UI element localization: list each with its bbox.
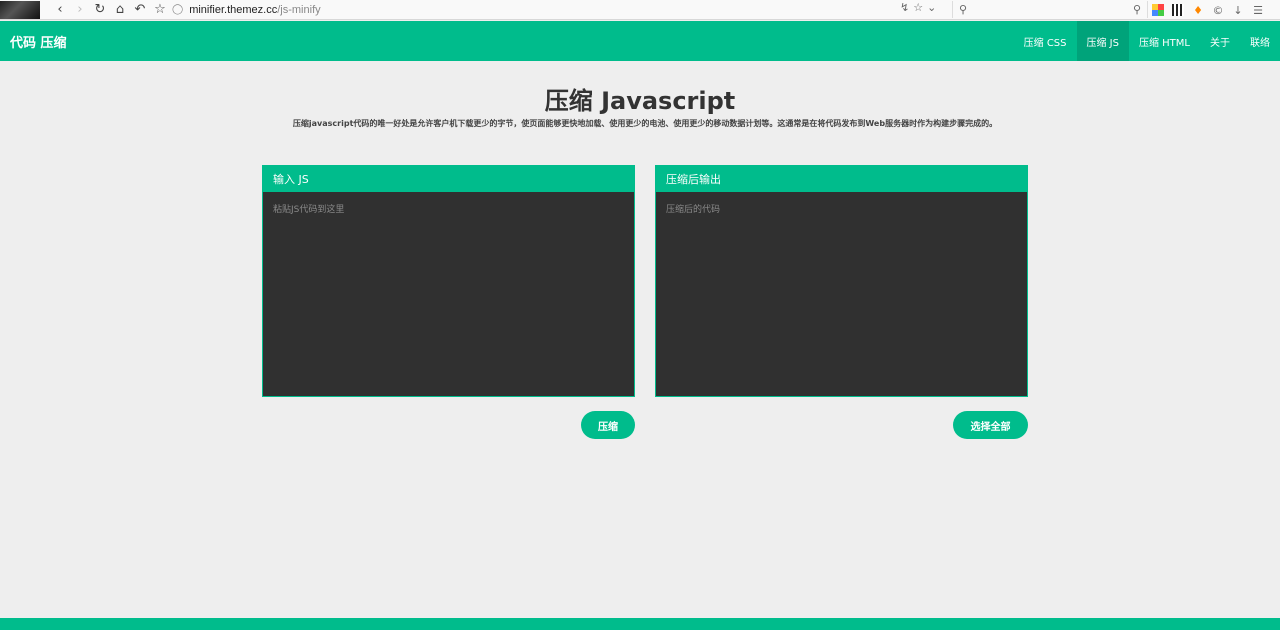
- lightning-icon[interactable]: ↯: [900, 1, 909, 14]
- bookmark-star-icon[interactable]: ☆: [150, 1, 170, 19]
- compress-button[interactable]: 压缩: [581, 411, 635, 439]
- forward-icon[interactable]: ›: [70, 1, 90, 19]
- input-panel: 输入 JS: [262, 165, 635, 397]
- browser-toolbar: ‹ › ↻ ⌂ ↶ ☆ ◯ minifier.themez.cc/js-mini…: [0, 0, 1280, 20]
- site-brand[interactable]: 代码 压缩: [10, 32, 67, 51]
- nav-link-js[interactable]: 压缩 JS: [1076, 21, 1129, 61]
- page-title: 压缩 Javascript: [0, 81, 1280, 116]
- circle-c-icon[interactable]: ©: [1212, 4, 1224, 17]
- page-title-rest: Javascript: [592, 87, 736, 115]
- input-panel-header: 输入 JS: [263, 166, 634, 192]
- page-title-bold: 压缩: [544, 87, 593, 115]
- menu-icon[interactable]: ☰: [1252, 4, 1264, 17]
- fox-extension-icon[interactable]: ♦: [1192, 4, 1204, 17]
- undo-icon[interactable]: ↶: [130, 1, 150, 19]
- js-input-textarea[interactable]: [263, 192, 634, 396]
- page-description: 压缩javascript代码的唯一好处是允许客户机下载更少的字节，使页面能够更快…: [292, 119, 998, 128]
- nav-links: 压缩 CSS 压缩 JS 压缩 HTML 关于 联络: [1014, 21, 1280, 61]
- apps-grid-icon[interactable]: [1152, 4, 1164, 16]
- site-navbar: 代码 压缩 压缩 CSS 压缩 JS 压缩 HTML 关于 联络: [0, 21, 1280, 61]
- footer-bar: [0, 618, 1280, 630]
- url-path: /js-minify: [277, 3, 321, 16]
- url-host: minifier.themez.cc: [189, 3, 278, 16]
- browser-search-box[interactable]: ⚲ ⚲: [952, 1, 1148, 18]
- favorite-star-icon[interactable]: ☆: [913, 1, 923, 14]
- home-icon[interactable]: ⌂: [110, 1, 130, 19]
- select-all-button[interactable]: 选择全部: [953, 411, 1028, 439]
- nav-link-about[interactable]: 关于: [1200, 21, 1240, 61]
- nav-link-html[interactable]: 压缩 HTML: [1129, 21, 1200, 61]
- reload-icon[interactable]: ↻: [90, 1, 110, 19]
- shield-icon: ◯: [172, 4, 184, 15]
- search-icon: ⚲: [959, 3, 968, 16]
- nav-link-css[interactable]: 压缩 CSS: [1014, 21, 1077, 61]
- nav-link-contact[interactable]: 联络: [1240, 21, 1280, 61]
- address-actions: ↯ ☆ ⌄: [900, 1, 936, 14]
- tab-thumbnail[interactable]: [0, 0, 40, 19]
- back-icon[interactable]: ‹: [50, 1, 70, 19]
- js-output-textarea[interactable]: [656, 192, 1027, 396]
- address-bar[interactable]: ◯ minifier.themez.cc/js-minify: [172, 1, 952, 18]
- output-panel: 压缩后输出: [655, 165, 1028, 397]
- download-icon[interactable]: ↓: [1232, 4, 1244, 17]
- output-panel-header: 压缩后输出: [656, 166, 1027, 192]
- extension-icons: ♦ © ↓ ☰: [1152, 1, 1264, 19]
- qr-code-icon[interactable]: [1172, 4, 1184, 16]
- search-go-icon[interactable]: ⚲: [1133, 3, 1141, 16]
- main-content: 压缩 Javascript 压缩javascript代码的唯一好处是允许客户机下…: [0, 61, 1280, 618]
- chevron-down-icon[interactable]: ⌄: [927, 1, 936, 14]
